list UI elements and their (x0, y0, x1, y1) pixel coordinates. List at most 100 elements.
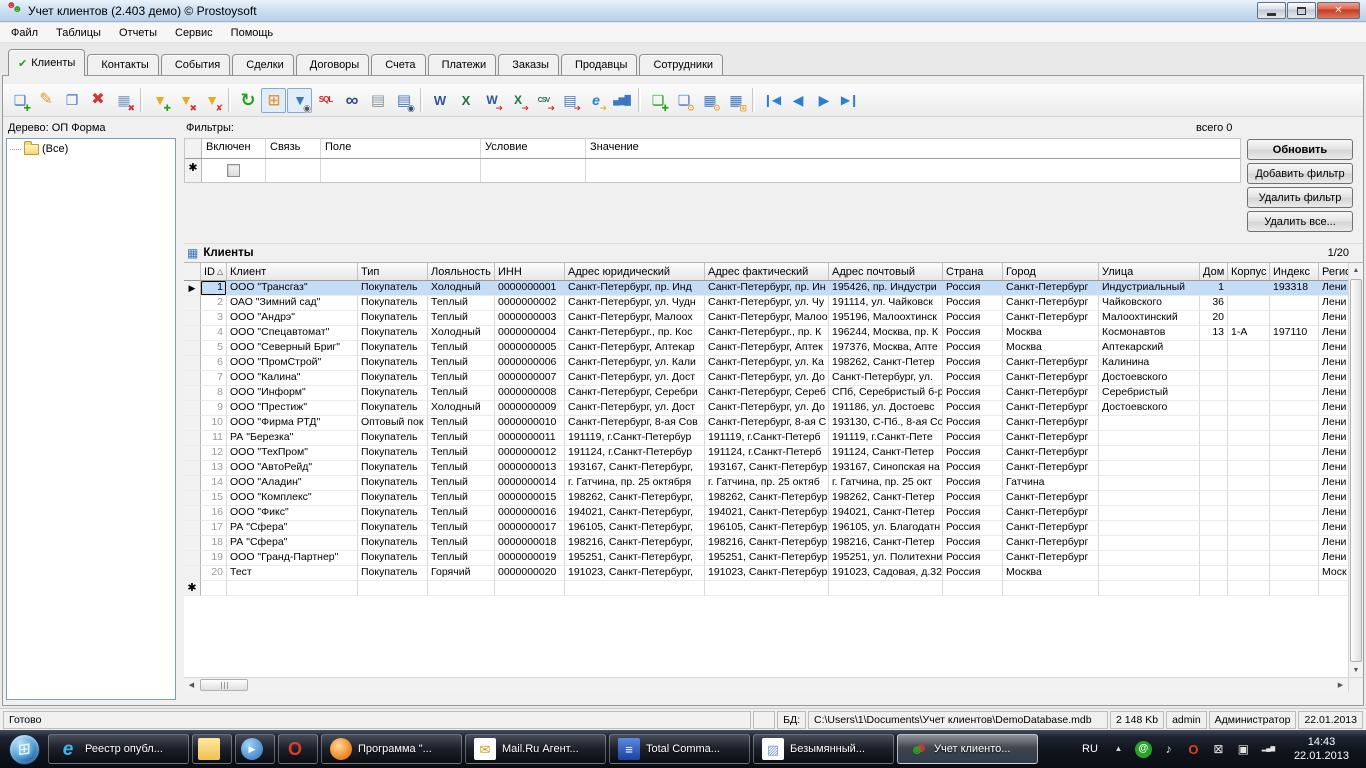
refresh-button[interactable]: Обновить (1247, 139, 1353, 160)
taskbar-clock[interactable]: 14:43 22.01.2013 (1285, 735, 1358, 763)
taskbar-item-uchet-klientov[interactable]: ☻ Учет клиенто... (897, 734, 1038, 764)
row-selector[interactable] (184, 446, 201, 461)
tab-klienty[interactable]: ✔ Клиенты (8, 49, 85, 76)
column-header[interactable]: Город (1003, 263, 1099, 280)
table-row[interactable]: 15 ООО "Комплекс" Покупатель Теплый 0000… (184, 491, 1363, 506)
row-selector[interactable] (184, 386, 201, 401)
edit-record-icon[interactable]: ✎ (33, 88, 58, 113)
export-word-file-icon[interactable]: W ➜ (479, 88, 504, 113)
tab-sdelki[interactable]: Сделки (232, 54, 294, 76)
scroll-right-arrow[interactable]: ▶ (1333, 678, 1348, 692)
column-header[interactable]: Условие (481, 139, 586, 158)
horizontal-scrollbar[interactable]: ◀ ▶ (184, 677, 1348, 692)
taskbar-item-ie[interactable]: e Реестр опубл... (48, 734, 189, 764)
tree-panel-toggle-icon[interactable]: ⊞ (261, 88, 286, 113)
delete-filter-button[interactable]: Удалить фильтр (1247, 187, 1353, 208)
tab-zakazy[interactable]: Заказы (498, 54, 559, 76)
row-selector[interactable] (184, 416, 201, 431)
print-preview-icon[interactable]: ▤ ◉ (391, 88, 416, 113)
table-row[interactable]: 8 ООО "Информ" Покупатель Теплый 0000000… (184, 386, 1363, 401)
filter-panel-toggle-icon[interactable]: ▼ ◉ (287, 88, 312, 113)
search-icon[interactable]: ∞ (339, 88, 364, 113)
table-row[interactable]: 9 ООО "Престиж" Покупатель Холодный 0000… (184, 401, 1363, 416)
delete-all-filters-icon[interactable]: ▼ ✘ (199, 88, 224, 113)
row-selector[interactable] (184, 356, 201, 371)
add-filter-button[interactable]: Добавить фильтр (1247, 163, 1353, 184)
chart-icon[interactable]: ▄▆█ (609, 88, 634, 113)
taskbar-item-explorer[interactable] (192, 734, 232, 764)
taskbar-item-paint[interactable]: ▨ Безымянный... (753, 734, 894, 764)
filter-field-cell[interactable] (321, 159, 481, 182)
filter-new-row[interactable]: ✱ (185, 158, 1240, 182)
refresh-icon[interactable]: ↻ (235, 88, 260, 113)
delete-record-icon[interactable]: ✖ (85, 88, 110, 113)
table-row[interactable]: 2 ОАО "Зимний сад" Покупатель Теплый 000… (184, 296, 1363, 311)
column-header[interactable]: Клиент (227, 263, 358, 280)
row-selector[interactable] (184, 371, 201, 386)
column-header[interactable]: Страна (943, 263, 1003, 280)
tray-volume-muted-icon[interactable]: ♪ (1160, 741, 1177, 758)
new-record-row[interactable]: ✱ (184, 581, 1363, 596)
scroll-down-arrow[interactable]: ▼ (1349, 663, 1363, 678)
column-header[interactable]: Дом (1200, 263, 1228, 280)
column-header[interactable]: Адрес фактический (705, 263, 829, 280)
filter-condition-cell[interactable] (481, 159, 586, 182)
column-header[interactable]: Тип (358, 263, 428, 280)
table-row[interactable]: 11 РА "Березка" Покупатель Теплый 000000… (184, 431, 1363, 446)
export-file-icon[interactable]: ▤ ➜ (557, 88, 582, 113)
menu-item[interactable]: Файл (2, 24, 47, 42)
filter-value-cell[interactable] (586, 159, 1240, 182)
row-selector[interactable]: ▶ (184, 281, 201, 296)
menu-item[interactable]: Отчеты (110, 24, 166, 42)
row-selector[interactable] (184, 566, 201, 581)
delete-from-table-icon[interactable]: ▦ ✖ (111, 88, 136, 113)
export-excel-icon[interactable]: X (453, 88, 478, 113)
row-selector[interactable] (184, 506, 201, 521)
row-selector[interactable] (184, 431, 201, 446)
taskbar-item-mailru[interactable]: ✉ Mail.Ru Агент... (465, 734, 606, 764)
tray-network-error-icon[interactable]: ⊠ (1210, 741, 1227, 758)
table-row[interactable]: 14 ООО "Аладин" Покупатель Теплый 000000… (184, 476, 1363, 491)
filter-enabled-checkbox[interactable] (227, 164, 240, 177)
column-header[interactable]: Корпус (1228, 263, 1270, 280)
nav-next-icon[interactable]: ▶ (811, 88, 836, 113)
tab-dogovory[interactable]: Договоры (296, 54, 369, 76)
sql-filter-icon[interactable]: SQL (313, 88, 338, 113)
row-selector[interactable] (184, 521, 201, 536)
tab-platezhi[interactable]: Платежи (428, 54, 497, 76)
taskbar-item-total-commander[interactable]: ≡ Total Comma... (609, 734, 750, 764)
vertical-scrollbar[interactable]: ▲ ▼ (1348, 263, 1363, 678)
export-csv-icon[interactable]: CSV ➜ (531, 88, 556, 113)
nav-last-icon[interactable]: ▶❙ (837, 88, 862, 113)
copy-record-icon[interactable]: ❐ (59, 88, 84, 113)
print-icon[interactable]: ▤ (365, 88, 390, 113)
taskbar-item-media-player[interactable]: ▶ (235, 734, 275, 764)
row-selector[interactable] (184, 476, 201, 491)
scrollbar-thumb[interactable] (1350, 279, 1362, 662)
table-row[interactable]: 16 ООО "Фикс" Покупатель Теплый 00000000… (184, 506, 1363, 521)
table-columns-icon[interactable]: ▦ ⊞ (723, 88, 748, 113)
table-row[interactable]: 4 ООО "Спецавтомат" Покупатель Холодный … (184, 326, 1363, 341)
scroll-left-arrow[interactable]: ◀ (184, 678, 199, 692)
record-properties-icon[interactable]: ❏ ⚙ (671, 88, 696, 113)
scroll-up-arrow[interactable]: ▲ (1349, 263, 1363, 278)
tree-panel[interactable]: (Все) (6, 138, 176, 700)
add-child-record-icon[interactable]: ❏ ✚ (645, 88, 670, 113)
column-header[interactable]: Поле (321, 139, 481, 158)
tab-prodavtsy[interactable]: Продавцы (561, 54, 638, 76)
table-row[interactable]: 7 ООО "Калина" Покупатель Теплый 0000000… (184, 371, 1363, 386)
table-row[interactable]: 18 РА "Сфера" Покупатель Теплый 00000000… (184, 536, 1363, 551)
tab-kontakty[interactable]: Контакты (87, 54, 159, 76)
row-selector[interactable] (184, 401, 201, 416)
row-selector[interactable] (184, 551, 201, 566)
column-header[interactable]: Индекс (1270, 263, 1319, 280)
menu-item[interactable]: Сервис (166, 24, 222, 42)
table-row[interactable]: 20 Тест Покупатель Горячий 0000000020 19… (184, 566, 1363, 581)
column-header[interactable]: Значение (586, 139, 1240, 158)
filter-link-cell[interactable] (266, 159, 321, 182)
tray-opera-icon[interactable]: O (1185, 741, 1202, 758)
row-selector[interactable] (184, 491, 201, 506)
table-row[interactable]: 6 ООО "ПромСтрой" Покупатель Теплый 0000… (184, 356, 1363, 371)
table-row[interactable]: 3 ООО "Андрэ" Покупатель Теплый 00000000… (184, 311, 1363, 326)
column-header[interactable]: Адрес юридический (565, 263, 705, 280)
